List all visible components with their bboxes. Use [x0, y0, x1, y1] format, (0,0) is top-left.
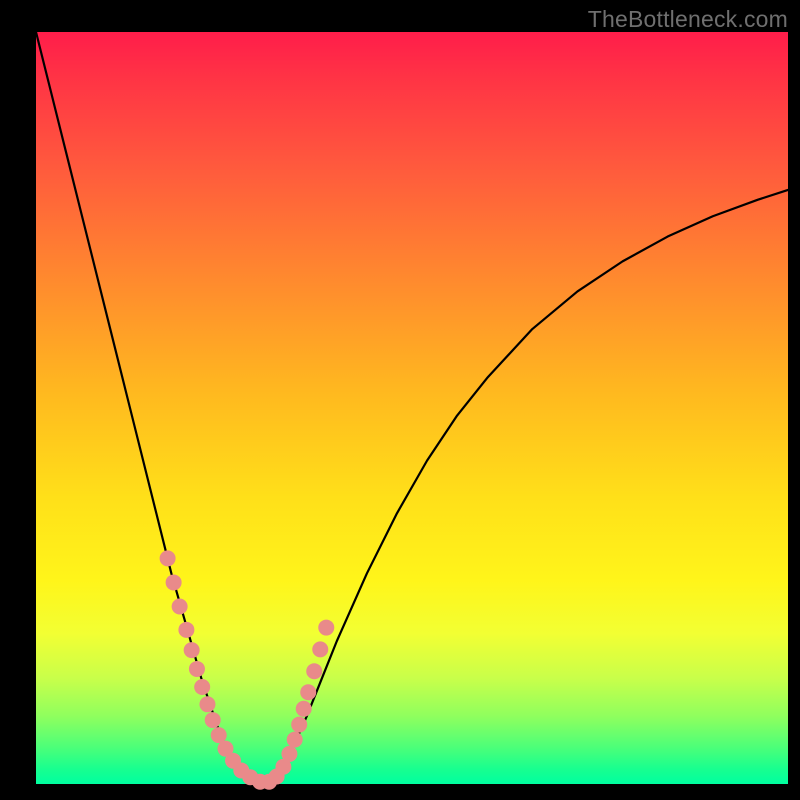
data-marker	[189, 661, 205, 677]
data-marker	[296, 701, 312, 717]
data-marker	[287, 732, 303, 748]
data-marker	[199, 696, 215, 712]
data-marker	[281, 746, 297, 762]
data-marker	[312, 641, 328, 657]
data-marker	[306, 663, 322, 679]
bottleneck-curve	[36, 32, 788, 784]
data-marker	[160, 550, 176, 566]
curve-svg	[36, 32, 788, 784]
data-marker	[205, 712, 221, 728]
data-marker	[211, 727, 227, 743]
data-marker	[194, 679, 210, 695]
data-marker	[172, 599, 188, 615]
data-marker	[318, 620, 334, 636]
data-marker	[300, 684, 316, 700]
plot-area	[36, 32, 788, 784]
watermark-text: TheBottleneck.com	[588, 6, 788, 33]
chart-frame: TheBottleneck.com	[0, 0, 800, 800]
data-marker	[184, 642, 200, 658]
data-marker	[178, 622, 194, 638]
data-marker	[166, 574, 182, 590]
data-markers	[160, 550, 335, 789]
data-marker	[291, 717, 307, 733]
